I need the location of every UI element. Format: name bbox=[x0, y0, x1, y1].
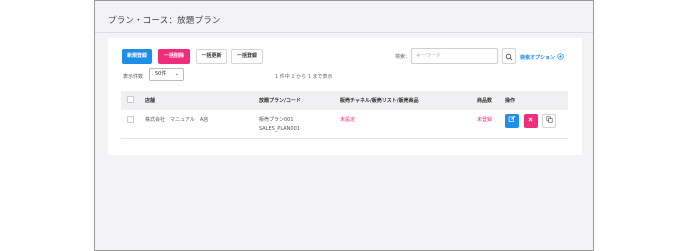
table-header-row: 店舗 放題プラン/コード 販売チャネル/販売リスト/販売商品 商品数 操作 bbox=[121, 91, 568, 110]
copy-button[interactable] bbox=[542, 114, 557, 128]
header-store: 店舗 bbox=[145, 98, 156, 104]
bulk-register-button[interactable]: 一括登録 bbox=[231, 49, 263, 64]
plan-table: 店舗 放題プラン/コード 販売チャネル/販売リスト/販売商品 商品数 操作 株式… bbox=[121, 91, 568, 139]
copy-icon bbox=[546, 116, 553, 123]
bulk-update-button[interactable]: 一括更新 bbox=[196, 49, 227, 64]
title-divider bbox=[95, 32, 593, 33]
row-plan-name[interactable]: 販売プラン001 bbox=[259, 116, 340, 125]
row-select-cell bbox=[121, 110, 145, 138]
row-plan-code: SALES_PLAN001 bbox=[259, 126, 300, 132]
bulk-delete-button[interactable]: 一括削除 bbox=[158, 49, 190, 64]
per-page-select[interactable]: 50件 ⌄ bbox=[149, 68, 184, 81]
select-all-cell bbox=[121, 91, 145, 110]
row-plan-cell: 販売プラン001 SALES_PLAN001 bbox=[259, 110, 340, 138]
new-button[interactable]: 新規登録 bbox=[122, 49, 152, 64]
search-input[interactable] bbox=[411, 48, 498, 64]
header-actions: 操作 bbox=[505, 98, 516, 104]
select-all-checkbox[interactable] bbox=[127, 96, 134, 103]
page-title: プラン・コース：放題プラン bbox=[108, 16, 221, 26]
search-options-link[interactable]: 検索オプション bbox=[520, 53, 564, 61]
search-label: 検索： bbox=[395, 54, 411, 60]
header-plan: 放題プラン/コード bbox=[259, 98, 301, 104]
search-icon bbox=[505, 53, 513, 61]
app-window: プラン・コース：放題プラン 新規登録 一括削除 一括更新 一括登録 検索： 検索… bbox=[94, 0, 594, 251]
record-count: 1 件中 1 から 1 まで表示 bbox=[275, 74, 333, 80]
close-icon bbox=[528, 117, 533, 122]
row-store: 株式会社 マニュアル A店 bbox=[145, 117, 209, 123]
row-checkbox[interactable] bbox=[127, 116, 134, 123]
edit-button[interactable] bbox=[505, 114, 519, 128]
search-button[interactable] bbox=[502, 48, 516, 64]
edit-icon bbox=[508, 115, 516, 122]
row-channel: 未設定 bbox=[340, 117, 356, 123]
plus-circle-icon bbox=[557, 53, 564, 60]
search-options-label: 検索オプション bbox=[520, 55, 556, 61]
header-item-count: 商品数 bbox=[477, 98, 493, 104]
delete-button[interactable] bbox=[523, 114, 538, 128]
header-channel: 販売チャネル/販売リスト/販売商品 bbox=[340, 98, 419, 104]
row-item-count: 未登録 bbox=[477, 117, 493, 123]
per-page-value: 50件 bbox=[155, 71, 167, 77]
table-row: 株式会社 マニュアル A店 販売プラン001 SALES_PLAN001 未設定… bbox=[121, 110, 568, 138]
chevron-down-icon: ⌄ bbox=[174, 71, 179, 77]
content-card: 新規登録 一括削除 一括更新 一括登録 検索： 検索オプション 表示件数 50件… bbox=[108, 38, 582, 155]
row-actions bbox=[505, 110, 568, 138]
per-page-label: 表示件数 bbox=[123, 74, 144, 80]
